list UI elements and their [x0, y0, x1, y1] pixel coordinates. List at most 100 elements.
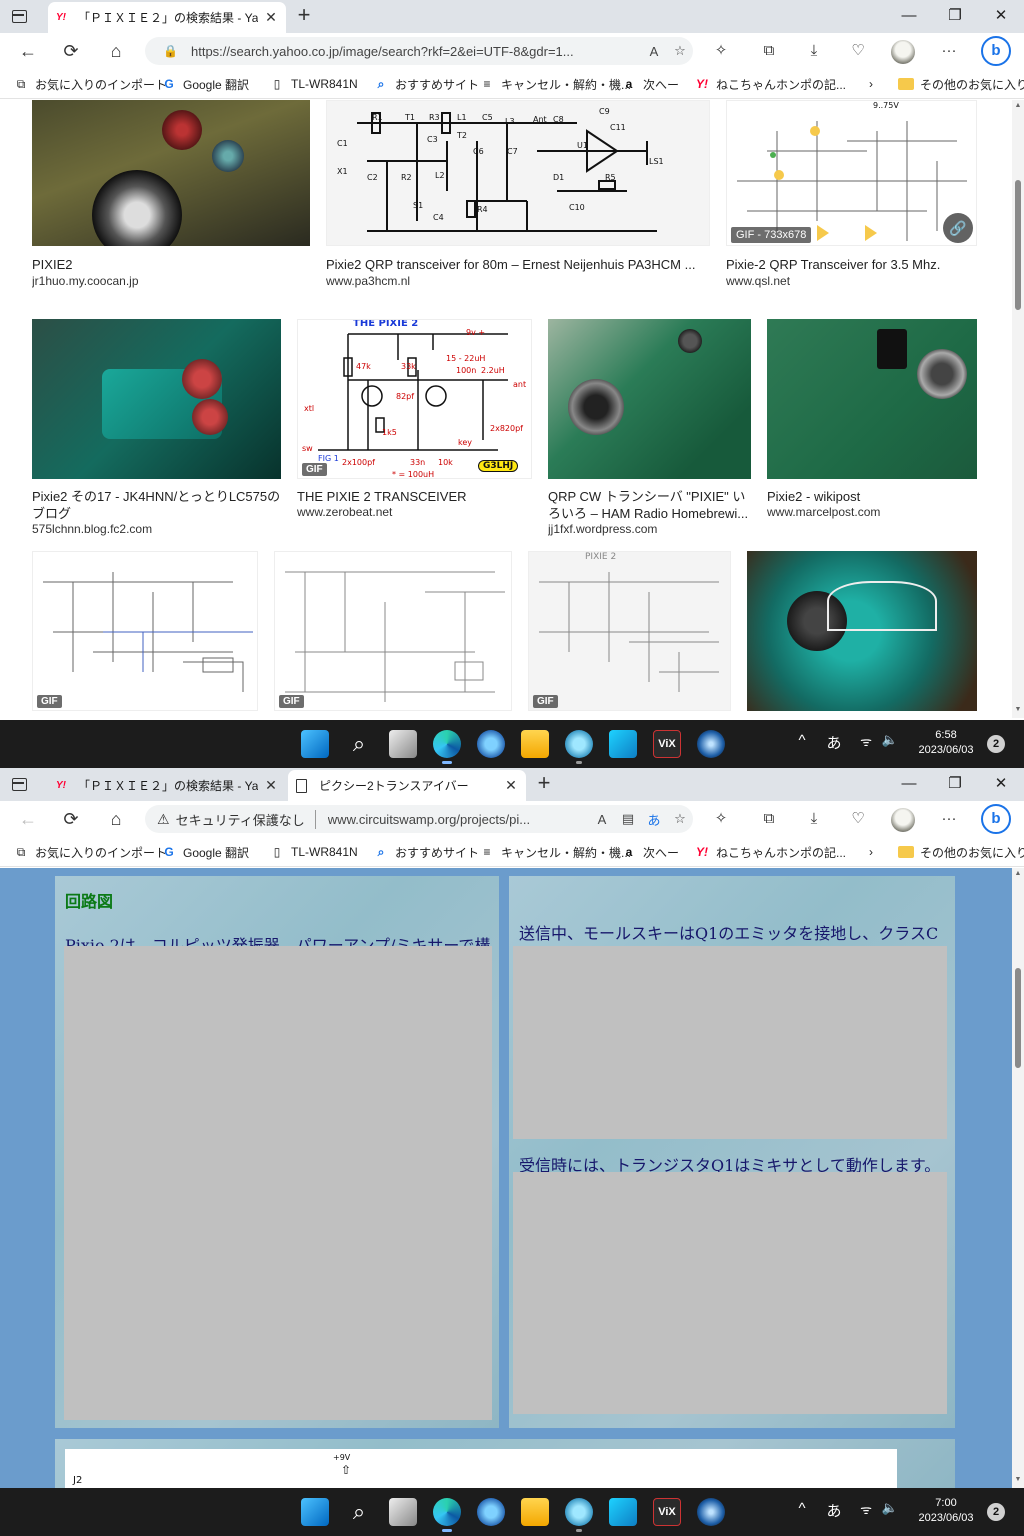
result-image-qsl[interactable]: 9..75V GIF - 733x678 🔗 [726, 100, 977, 246]
vix-app-icon[interactable]: ViX [653, 1498, 681, 1526]
task-view-icon[interactable] [389, 1498, 417, 1526]
search-icon[interactable]: ⌕ [345, 1498, 373, 1526]
address-bar[interactable]: ⚠ セキュリティ保護なし www.circuitswamp.org/projec… [145, 805, 693, 833]
result-title[interactable]: Pixie2 - wikipost [767, 488, 977, 505]
result-image-pa3hcm[interactable]: R1 T1 R3 L1 C5 L3 Ant C8 C9 C11 C1 C3 T2… [326, 100, 710, 246]
fav-more-chevron[interactable]: › [862, 75, 885, 93]
fav-cancel[interactable]: ≡ キャンセル・解約・機... [478, 75, 631, 93]
tab-close-icon[interactable]: ✕ [264, 777, 278, 794]
home-icon[interactable]: ⌂ [103, 807, 129, 831]
fav-tl-wr841n[interactable]: ▯ TL-WR841N [268, 843, 358, 861]
tab-close-icon[interactable]: ✕ [504, 777, 518, 794]
tab-actions-icon[interactable] [8, 774, 30, 794]
tab-circuitswamp[interactable]: ピクシー2トランスアイバー ✕ [288, 770, 526, 801]
translate-icon[interactable]: あ [641, 810, 667, 829]
volume-icon[interactable]: 🔈 [880, 732, 900, 748]
fav-neko[interactable]: Y! ねこちゃんホンポの記... [693, 843, 846, 861]
refresh-icon[interactable]: ⟳ [58, 807, 84, 831]
extensions-icon[interactable]: ✧ [709, 808, 733, 830]
url-text[interactable]: www.circuitswamp.org/projects/pi... [328, 812, 589, 827]
more-menu-icon[interactable]: ··· [937, 40, 961, 62]
scroll-down-icon[interactable]: ▼ [1012, 1476, 1024, 1486]
downloads-icon[interactable]: ⤓ [802, 808, 826, 830]
fav-neko[interactable]: Y! ねこちゃんホンポの記... [693, 75, 846, 93]
collections-icon[interactable]: ⧉ [757, 808, 781, 830]
tray-chevron-icon[interactable]: ^ [794, 1500, 810, 1517]
result-image-zerobeat[interactable]: THE PIXIE 2 9v + 47k 33k 15 - 22uH 100n … [297, 319, 532, 479]
minimize-button[interactable]: — [886, 768, 932, 801]
tab-close-icon[interactable]: ✕ [264, 9, 278, 26]
new-tab-icon[interactable]: + [292, 4, 316, 28]
link-icon[interactable]: 🔗 [943, 213, 973, 243]
result-source[interactable]: www.pa3hcm.nl [326, 274, 710, 288]
edge-browser-icon[interactable] [433, 730, 461, 764]
bing-chat-icon[interactable]: b [981, 804, 1011, 834]
page-scrollbar[interactable]: ▲ ▼ [1012, 100, 1024, 718]
start-icon[interactable] [301, 730, 329, 758]
earth-app-icon[interactable] [697, 1498, 725, 1526]
result-image-jk4hnn[interactable] [32, 319, 281, 479]
url-text[interactable]: https://search.yahoo.co.jp/image/search?… [191, 44, 641, 59]
file-explorer-icon[interactable] [521, 1498, 549, 1526]
fav-cancel[interactable]: ≡ キャンセル・解約・機... [478, 843, 631, 861]
task-view-icon[interactable] [389, 730, 417, 758]
scroll-down-icon[interactable]: ▼ [1012, 706, 1024, 716]
taskbar-clock[interactable]: 7:00 2023/06/03 [911, 1496, 981, 1526]
health-icon[interactable]: ♡ [846, 40, 870, 62]
ime-indicator[interactable]: あ [824, 732, 844, 753]
result-image-pcb-back[interactable] [747, 551, 977, 711]
result-source[interactable]: www.qsl.net [726, 274, 977, 288]
security-label[interactable]: セキュリティ保護なし [176, 809, 316, 829]
taskbar-clock[interactable]: 6:58 2023/06/03 [911, 728, 981, 758]
result-image-schematic-b[interactable]: GIF [274, 551, 512, 711]
new-tab-icon[interactable]: + [532, 772, 556, 796]
fav-recommended[interactable]: ⌕ おすすめサイト [372, 75, 479, 93]
scroll-up-icon[interactable]: ▲ [1012, 870, 1024, 880]
back-icon[interactable]: ← [15, 39, 41, 63]
wifi-icon[interactable]: ᯤ [856, 732, 876, 750]
result-image-marcelpost[interactable] [767, 319, 977, 479]
music-app-icon[interactable] [609, 1498, 637, 1526]
fav-import[interactable]: ⧉ お気に入りのインポート [12, 843, 167, 861]
fav-import[interactable]: ⧉ お気に入りのインポート [12, 75, 167, 93]
downloads-icon[interactable]: ⤓ [802, 40, 826, 62]
scrollbar-thumb[interactable] [1015, 180, 1021, 310]
edge-browser-icon[interactable] [433, 1498, 461, 1532]
reader-mode-icon[interactable]: ▤ [615, 811, 641, 827]
music-app-icon[interactable] [609, 730, 637, 758]
health-icon[interactable]: ♡ [846, 808, 870, 830]
fav-other-folder[interactable]: その他のお気に入り [898, 843, 1024, 861]
lock-icon[interactable]: 🔒 [163, 44, 179, 58]
restore-button[interactable]: ❐ [932, 768, 978, 801]
restore-button[interactable]: ❐ [932, 0, 978, 33]
scroll-up-icon[interactable]: ▲ [1012, 102, 1024, 112]
fav-tl-wr841n[interactable]: ▯ TL-WR841N [268, 75, 358, 93]
notification-badge[interactable]: 2 [987, 1503, 1005, 1521]
ime-indicator[interactable]: あ [824, 1500, 844, 1521]
back-icon[interactable]: ← [15, 807, 41, 831]
tray-chevron-icon[interactable]: ^ [794, 732, 810, 749]
collections-icon[interactable]: ⧉ [757, 40, 781, 62]
refresh-icon[interactable]: ⟳ [58, 39, 84, 63]
start-icon[interactable] [301, 1498, 329, 1526]
vix-app-icon[interactable]: ViX [653, 730, 681, 758]
close-window-button[interactable]: ✕ [978, 0, 1024, 33]
result-source[interactable]: jr1huo.my.coocan.jp [32, 274, 310, 288]
favorite-star-icon[interactable]: ☆ [667, 811, 693, 827]
result-image-schematic-a[interactable]: GIF [32, 551, 258, 711]
fav-recommended[interactable]: ⌕ おすすめサイト [372, 843, 479, 861]
extensions-icon[interactable]: ✧ [709, 40, 733, 62]
tab-actions-icon[interactable] [8, 6, 30, 26]
notification-badge[interactable]: 2 [987, 735, 1005, 753]
result-image-pixie2[interactable] [32, 100, 310, 246]
wifi-icon[interactable]: ᯤ [856, 1500, 876, 1518]
result-title[interactable]: Pixie-2 QRP Transceiver for 3.5 Mhz. [726, 256, 977, 273]
fav-more-chevron[interactable]: › [862, 843, 885, 861]
result-image-schematic-c[interactable]: PIXIE 2 GIF [528, 551, 731, 711]
tab-yahoo-search[interactable]: Y! 「ＰＩＸＩＥ２」の検索結果 - Yahoo! ✕ [48, 770, 286, 801]
favorite-star-icon[interactable]: ☆ [667, 43, 693, 59]
result-source[interactable]: www.zerobeat.net [297, 505, 532, 519]
earth-app-icon[interactable] [697, 730, 725, 758]
fav-amazon[interactable]: a 次へー [620, 843, 679, 861]
page-scrollbar[interactable]: ▲ ▼ [1012, 868, 1024, 1488]
